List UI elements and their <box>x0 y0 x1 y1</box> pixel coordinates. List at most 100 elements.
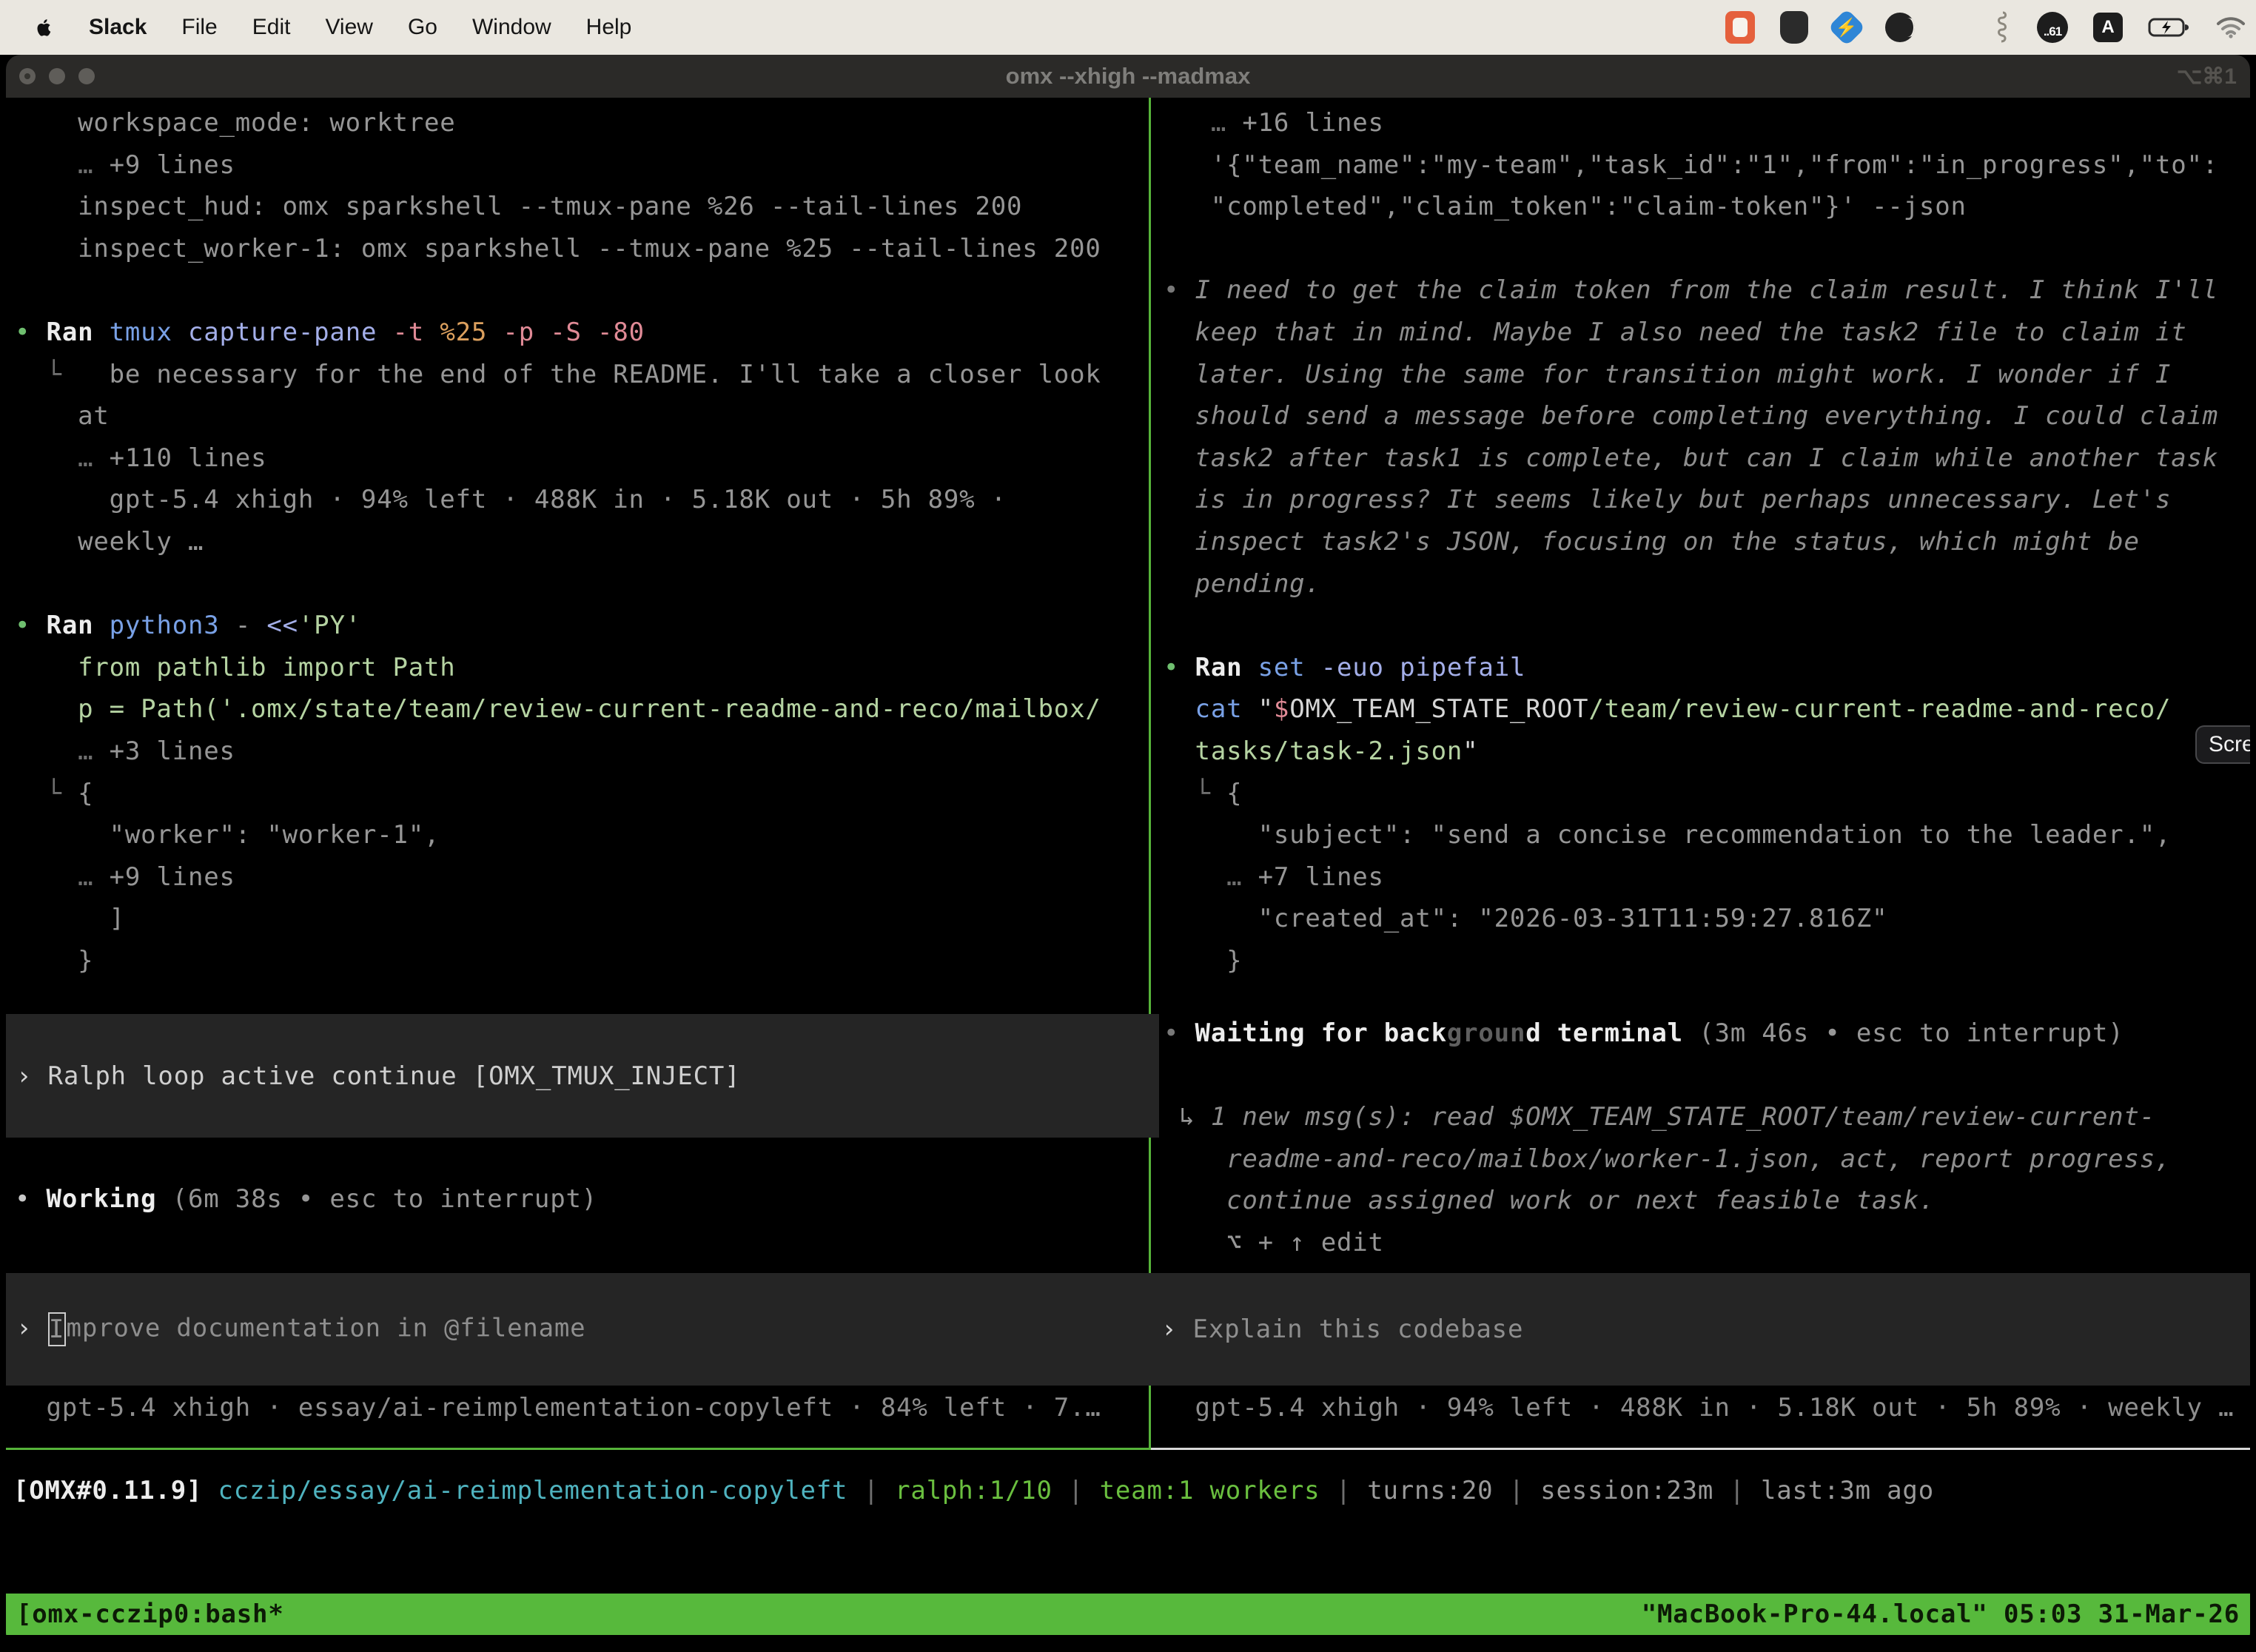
terminal-line: tasks/task-2.json" <box>1164 731 2218 773</box>
terminal-line: should send a message before completing … <box>1164 395 2218 437</box>
terminal-line: ] <box>15 898 1101 940</box>
terminal-line: … +16 lines <box>1164 102 2218 144</box>
menu-bar: Slack File Edit View Go Window Help ⚡ ..… <box>0 0 2256 55</box>
grid-dots-icon[interactable] <box>1940 14 1967 41</box>
tmux-session-label[interactable]: [omx-cczip0:bash* <box>16 1599 284 1629</box>
dark-app-icon[interactable] <box>1885 13 1915 42</box>
battery-icon[interactable] <box>2148 17 2191 38</box>
terminal-line: … +110 lines <box>15 437 1101 480</box>
screen-overlay-badge: Scre <box>2195 725 2250 764</box>
terminal-line: inspect_worker-1: omx sparkshell --tmux-… <box>15 228 1101 270</box>
tmux-host-clock: "MacBook-Pro-44.local" 05:03 31-Mar-26 <box>1642 1599 2240 1629</box>
terminal-line: ↳ 1 new msg(s): read $OMX_TEAM_STATE_ROO… <box>1164 1096 2171 1138</box>
terminal-line: • Ran python3 - <<'PY' <box>15 605 1101 647</box>
window-shortcut-badge: ⌥⌘1 <box>2177 55 2237 98</box>
menu-bar-left: Slack File Edit View Go Window Help <box>0 15 631 40</box>
menu-window[interactable]: Window <box>472 15 551 40</box>
terminal-line: gpt-5.4 xhigh · 94% left · 488K in · 5.1… <box>15 479 1101 521</box>
terminal-line <box>1164 1055 2171 1097</box>
left-prompt-icon: › <box>16 1314 48 1343</box>
terminal-line: continue assigned work or next feasible … <box>1164 1180 2171 1222</box>
terminal-line: is in progress? It seems likely but perh… <box>1164 479 2218 521</box>
squiggle-icon[interactable] <box>1993 10 2012 44</box>
lightning-hex-icon[interactable]: ⚡ <box>1828 9 1866 47</box>
terminal-line: • I need to get the claim token from the… <box>1164 269 2218 312</box>
ralph-loop-line: › Ralph loop active continue [OMX_TMUX_I… <box>16 1061 740 1091</box>
terminal-line: } <box>1164 940 2218 982</box>
terminal-line: … +9 lines <box>15 856 1101 899</box>
shield-grid-icon[interactable] <box>1780 11 1808 44</box>
terminal-line: later. Using the same for transition mig… <box>1164 354 2218 396</box>
terminal-line: └ be necessary for the end of the README… <box>15 354 1101 396</box>
terminal-line: • Waiting for background terminal (3m 46… <box>1164 1013 2171 1055</box>
terminal-line: • Ran set -euo pipefail <box>1164 647 2218 689</box>
right-pane-scrollback: … +16 lines '{"team_name":"my-team","tas… <box>1164 102 2218 981</box>
working-status: • Working (6m 38s • esc to interrupt) <box>15 1178 597 1220</box>
menu-go[interactable]: Go <box>408 15 437 40</box>
terminal-line: "worker": "worker-1", <box>15 814 1101 856</box>
right-input-line: › Explain this codebase <box>1161 1314 1523 1344</box>
menu-view[interactable]: View <box>325 15 372 40</box>
terminal-line: workspace_mode: worktree <box>15 102 1101 144</box>
wifi-icon[interactable] <box>2216 16 2246 38</box>
terminal-line: └ { <box>15 773 1101 815</box>
terminal-line: • Working (6m 38s • esc to interrupt) <box>15 1178 597 1220</box>
terminal-line: at <box>15 395 1101 437</box>
terminal-line: keep that in mind. Maybe I also need the… <box>1164 312 2218 354</box>
terminal-line: task2 after task1 is complete, but can I… <box>1164 437 2218 480</box>
left-session-statusline: gpt-5.4 xhigh · essay/ai-reimplementatio… <box>15 1387 1101 1428</box>
right-prompt-input[interactable]: › Explain this codebase <box>1151 1273 2250 1386</box>
count-badge[interactable]: ..61 <box>2037 12 2068 43</box>
menu-edit[interactable]: Edit <box>252 15 291 40</box>
terminal-line: "subject": "send a concise recommendatio… <box>1164 814 2218 856</box>
menu-bar-status: ⚡ ..61 A <box>1725 10 2256 44</box>
terminal-line: pending. <box>1164 563 2218 605</box>
terminal-window: omx --xhigh --madmax ⌥⌘1 workspace_mode:… <box>6 55 2250 1648</box>
pane-divider[interactable] <box>1149 98 1151 1450</box>
terminal-line: "completed","claim_token":"claim-token"}… <box>1164 186 2218 228</box>
terminal-line: ⌥ + ↑ edit <box>1164 1222 2171 1264</box>
left-input-placeholder: mprove documentation in @filename <box>67 1314 586 1343</box>
right-prompt-icon: › <box>1161 1314 1193 1344</box>
terminal-line: inspect task2's JSON, focusing on the st… <box>1164 521 2218 563</box>
terminal-line: └ { <box>1164 773 2218 815</box>
terminal-line <box>1164 228 2218 270</box>
window-title: omx --xhigh --madmax <box>6 55 2250 98</box>
menu-file[interactable]: File <box>181 15 217 40</box>
input-source-icon[interactable]: A <box>2093 13 2123 42</box>
terminal-line: "created_at": "2026-03-31T11:59:27.816Z" <box>1164 898 2218 940</box>
tmux-status-bar: [omx-cczip0:bash* "MacBook-Pro-44.local"… <box>6 1594 2250 1635</box>
screen: Slack File Edit View Go Window Help ⚡ ..… <box>0 0 2256 1652</box>
terminal-line: … +3 lines <box>15 731 1101 773</box>
terminal-line <box>1164 605 2218 647</box>
right-session-statusline: gpt-5.4 xhigh · 94% left · 488K in · 5.1… <box>1164 1387 2234 1428</box>
terminal-line: … +9 lines <box>15 144 1101 187</box>
terminal-line: '{"team_name":"my-team","task_id":"1","f… <box>1164 144 2218 187</box>
terminal-line: from pathlib import Path <box>15 647 1101 689</box>
terminal-line: inspect_hud: omx sparkshell --tmux-pane … <box>15 186 1101 228</box>
left-pane-bottom-border <box>6 1448 1149 1450</box>
terminal-line: readme-and-reco/mailbox/worker-1.json, a… <box>1164 1138 2171 1181</box>
menu-app-name[interactable]: Slack <box>89 15 147 40</box>
apple-menu-icon[interactable] <box>34 16 54 39</box>
terminal-line: weekly … <box>15 521 1101 563</box>
omx-status-line: [OMX#0.11.9] cczip/essay/ai-reimplementa… <box>13 1470 1934 1511</box>
terminal-line: } <box>15 940 1101 982</box>
right-pane-bottom-border <box>1151 1448 2250 1450</box>
right-input-placeholder: Explain this codebase <box>1193 1314 1524 1344</box>
left-pane-scrollback: workspace_mode: worktree … +9 lines insp… <box>15 102 1101 981</box>
terminal-line: › Ralph loop active continue [OMX_TMUX_I… <box>16 1061 740 1091</box>
window-titlebar[interactable]: omx --xhigh --madmax ⌥⌘1 <box>6 55 2250 98</box>
left-prompt-input[interactable]: › Improve documentation in @filename <box>6 1273 1159 1386</box>
right-pane-waiting-block: • Waiting for background terminal (3m 46… <box>1164 1013 2171 1264</box>
text-cursor: I <box>48 1312 66 1346</box>
terminal-line <box>15 563 1101 605</box>
terminal-line: cat "$OMX_TEAM_STATE_ROOT/team/review-cu… <box>1164 688 2218 731</box>
terminal-line: … +7 lines <box>1164 856 2218 899</box>
menu-help[interactable]: Help <box>586 15 632 40</box>
screen-record-icon[interactable] <box>1725 11 1755 44</box>
terminal-line: • Ran tmux capture-pane -t %25 -p -S -80 <box>15 312 1101 354</box>
terminal-line <box>15 269 1101 312</box>
terminal-line: [OMX#0.11.9] cczip/essay/ai-reimplementa… <box>13 1470 1934 1512</box>
left-input-line: › Improve documentation in @filename <box>16 1312 585 1346</box>
